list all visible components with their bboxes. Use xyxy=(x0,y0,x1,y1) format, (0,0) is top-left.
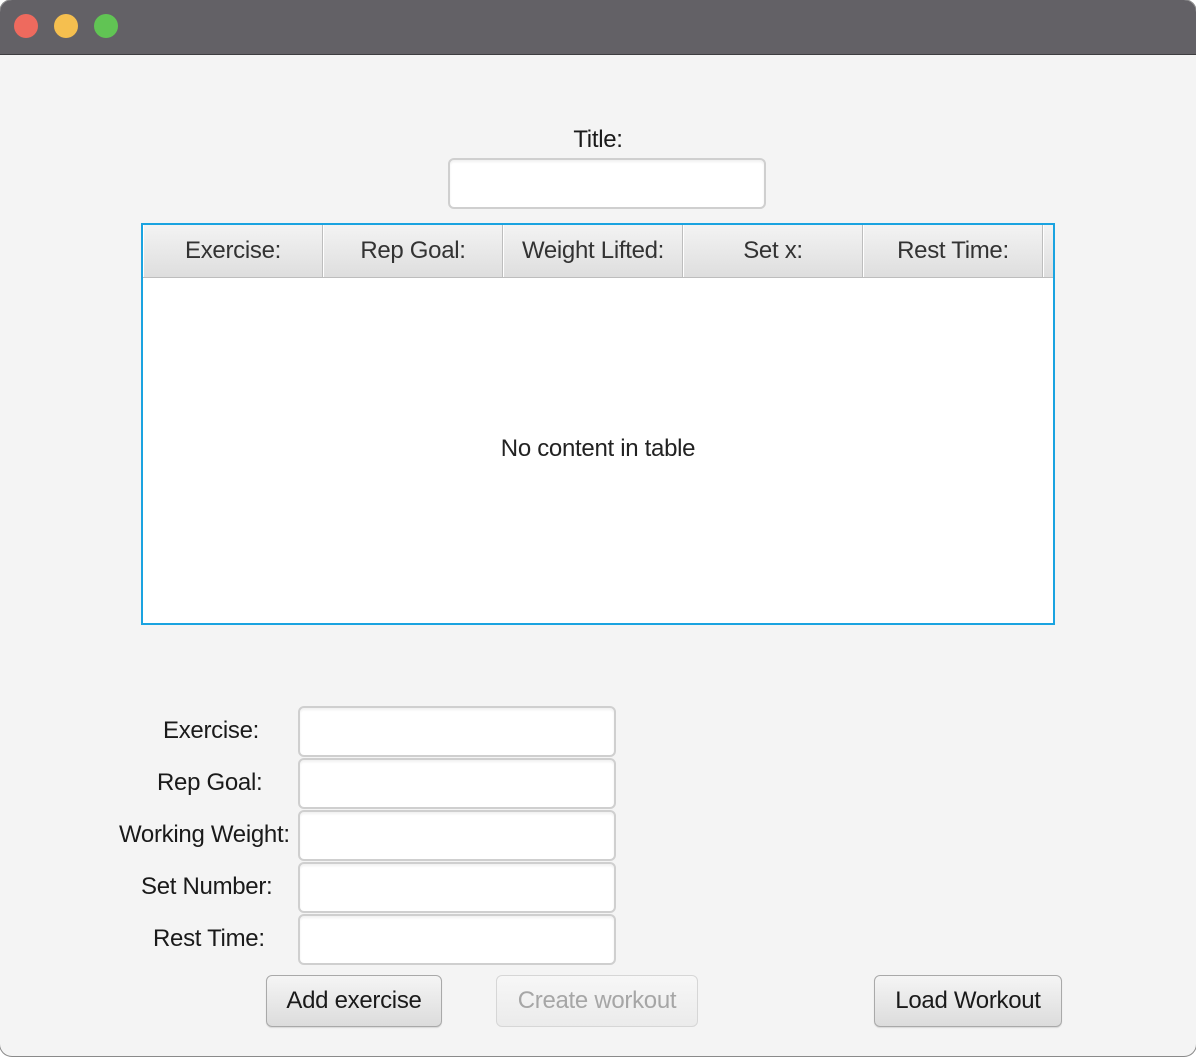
table-header: Exercise: Rep Goal: Weight Lifted: Set x… xyxy=(143,225,1053,278)
column-header-set-x[interactable]: Set x: xyxy=(683,225,863,277)
title-input[interactable] xyxy=(448,158,766,209)
working-weight-input[interactable] xyxy=(298,810,616,861)
column-header-weight-lifted[interactable]: Weight Lifted: xyxy=(503,225,683,277)
minimize-window-icon[interactable] xyxy=(54,14,78,38)
working-weight-label: Working Weight: xyxy=(119,821,290,848)
rest-time-label: Rest Time: xyxy=(153,925,265,952)
rep-goal-input[interactable] xyxy=(298,758,616,809)
exercise-table[interactable]: Exercise: Rep Goal: Weight Lifted: Set x… xyxy=(141,223,1055,625)
column-header-exercise[interactable]: Exercise: xyxy=(143,225,323,277)
add-exercise-button[interactable]: Add exercise xyxy=(266,975,442,1027)
exercise-input[interactable] xyxy=(298,706,616,757)
column-header-rep-goal[interactable]: Rep Goal: xyxy=(323,225,503,277)
rest-time-input[interactable] xyxy=(298,914,616,965)
app-window: Title: Exercise: Rep Goal: Weight Lifted… xyxy=(0,0,1196,1056)
title-label: Title: xyxy=(573,126,623,153)
table-empty-placeholder: No content in table xyxy=(500,435,696,462)
column-header-rest-time[interactable]: Rest Time: xyxy=(863,225,1043,277)
maximize-window-icon[interactable] xyxy=(94,14,118,38)
exercise-label: Exercise: xyxy=(163,717,259,744)
rep-goal-label: Rep Goal: xyxy=(157,769,263,796)
load-workout-button[interactable]: Load Workout xyxy=(874,975,1062,1027)
column-header-filler xyxy=(1043,225,1053,277)
create-workout-button[interactable]: Create workout xyxy=(496,975,698,1027)
set-number-label: Set Number: xyxy=(141,873,273,900)
set-number-input[interactable] xyxy=(298,862,616,913)
window-titlebar xyxy=(0,0,1196,55)
close-window-icon[interactable] xyxy=(14,14,38,38)
